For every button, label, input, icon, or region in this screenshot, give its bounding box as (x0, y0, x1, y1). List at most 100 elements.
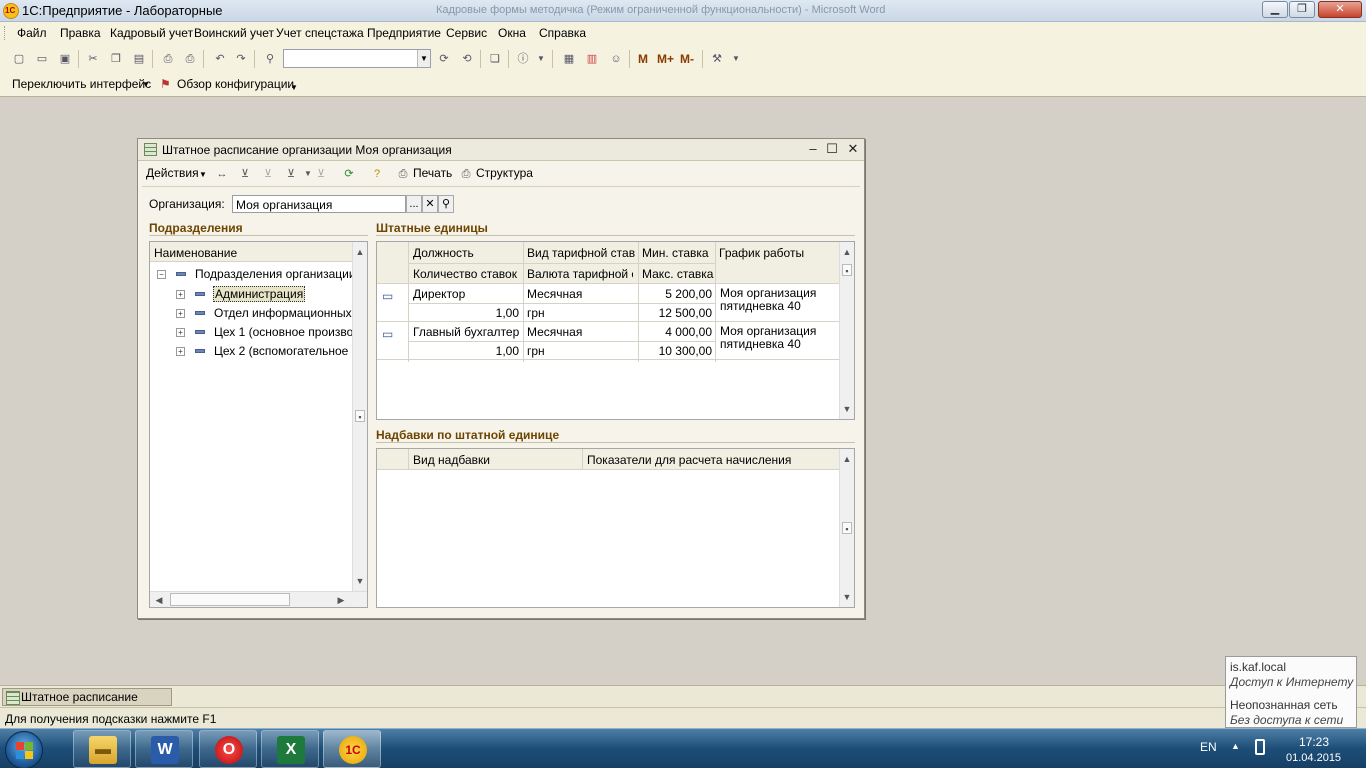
column-count-header[interactable]: Количество ставок (413, 267, 521, 281)
column-position-header[interactable]: Должность (413, 246, 521, 260)
window-close-button[interactable]: ✕ (845, 141, 861, 157)
filter-icon[interactable]: ⊻ (237, 166, 253, 182)
filter-disabled-icon[interactable]: ⊻ (260, 166, 276, 182)
undo-icon[interactable]: ↶ (212, 51, 228, 67)
tree-item[interactable]: Администрация (213, 286, 306, 302)
menu-special-service[interactable]: Учет спецстажа (276, 26, 364, 40)
column-max-rate-header[interactable]: Макс. ставка (642, 267, 716, 281)
refresh-icon[interactable]: ⟳ (341, 166, 357, 182)
expand-icon[interactable]: ↔ (214, 166, 230, 182)
scroll-thumb[interactable] (170, 593, 290, 606)
find-next-icon[interactable]: ⟳ (436, 51, 452, 67)
expand-icon[interactable]: + (176, 290, 185, 299)
copy-icon[interactable]: ❐ (108, 51, 124, 67)
scroll-up-icon[interactable]: ▲ (842, 453, 852, 465)
help-icon[interactable]: ? (369, 166, 385, 182)
print-button[interactable]: Печать (413, 166, 452, 180)
filter-clear-icon[interactable]: ⊻ (313, 166, 329, 182)
window-maximize-button[interactable]: ☐ (824, 141, 840, 157)
start-button[interactable] (5, 731, 43, 768)
clear-organization-button[interactable]: ✕ (422, 195, 438, 213)
chevron-down-icon[interactable]: ▼ (199, 170, 207, 179)
vertical-scrollbar[interactable]: ▲ ▪ ▼ (839, 449, 854, 607)
clock-time[interactable]: 17:23 (1299, 735, 1329, 749)
collapse-icon[interactable]: − (157, 270, 166, 279)
scroll-right-icon[interactable]: ▶ (336, 594, 346, 606)
column-min-rate-header[interactable]: Мин. ставка (642, 246, 716, 260)
print-icon[interactable]: ⎙ (160, 51, 176, 67)
expand-icon[interactable]: + (176, 347, 185, 356)
paste-icon[interactable]: ▤ (131, 51, 147, 67)
column-rate-type-header[interactable]: Вид тарифной ставки (527, 246, 635, 260)
column-allowance-type-header[interactable]: Вид надбавки (413, 453, 490, 467)
menu-windows[interactable]: Окна (498, 26, 526, 40)
structure-button[interactable]: Структура (476, 166, 533, 180)
network-icon[interactable] (1255, 739, 1265, 755)
print-icon[interactable]: ⎙ (395, 166, 411, 182)
menu-service[interactable]: Сервис (446, 26, 487, 40)
menu-hr[interactable]: Кадровый учет (110, 26, 193, 40)
scroll-thumb[interactable]: ▪ (842, 522, 852, 534)
scroll-up-icon[interactable]: ▲ (842, 246, 852, 258)
print-preview-icon[interactable]: ⎙ (182, 51, 198, 67)
restore-button[interactable]: ❐ (1289, 1, 1315, 18)
scroll-down-icon[interactable]: ▼ (355, 575, 365, 587)
scroll-up-icon[interactable]: ▲ (355, 246, 365, 258)
menu-help[interactable]: Справка (539, 26, 586, 40)
taskbar-opera-button[interactable]: O (199, 730, 257, 768)
info-icon[interactable]: ⓘ (515, 51, 531, 67)
expand-icon[interactable]: + (176, 309, 185, 318)
chevron-down-icon[interactable]: ▼ (290, 83, 298, 92)
find-prev-icon[interactable]: ⟲ (459, 51, 475, 67)
tools-icon[interactable]: ⚒ (709, 51, 725, 67)
column-name-header[interactable]: Наименование (154, 246, 237, 260)
menu-enterprise[interactable]: Предприятие (367, 26, 441, 40)
window-tab[interactable]: Штатное расписание организ... (2, 688, 172, 720)
calendar-icon[interactable]: ▥ (584, 51, 600, 67)
clock-date[interactable]: 01.04.2015 (1286, 752, 1341, 764)
tray-expand-icon[interactable]: ▲ (1231, 741, 1240, 751)
search-icon[interactable]: ⚲ (262, 51, 278, 67)
column-currency-header[interactable]: Валюта тарифной ставки (527, 267, 633, 281)
chevron-down-icon[interactable]: ▼ (728, 51, 744, 67)
chevron-down-icon[interactable]: ▼ (142, 80, 150, 89)
organization-field[interactable]: Моя организация (232, 195, 406, 213)
open-organization-icon[interactable]: ⚲ (438, 195, 454, 213)
expand-icon[interactable]: + (176, 328, 185, 337)
memory-add-button[interactable]: M+ (657, 52, 674, 66)
select-organization-button[interactable]: ... (406, 195, 422, 213)
config-overview-button[interactable]: Обзор конфигурации (177, 77, 294, 91)
scroll-thumb[interactable]: ▪ (355, 410, 365, 422)
chevron-down-icon[interactable]: ▼ (417, 50, 430, 67)
calculator-icon[interactable]: ▦ (561, 51, 577, 67)
menu-edit[interactable]: Правка (60, 26, 101, 40)
scroll-down-icon[interactable]: ▼ (842, 591, 852, 603)
minimize-button[interactable]: ▁ (1262, 1, 1288, 18)
vertical-scrollbar[interactable]: ▲ ▪ ▼ (839, 242, 854, 419)
language-indicator[interactable]: EN (1200, 740, 1217, 754)
windows-icon[interactable]: ❏ (487, 51, 503, 67)
window-minimize-button[interactable]: ‒ (805, 141, 821, 157)
tree-item[interactable]: Отдел информационных технологий (214, 306, 352, 320)
taskbar-explorer-button[interactable]: ▬ (73, 730, 131, 768)
chevron-down-icon[interactable]: ▼ (533, 51, 549, 67)
menu-military[interactable]: Воинский учет (194, 26, 274, 40)
horizontal-scrollbar[interactable]: ◀ ▶ (150, 591, 367, 607)
vertical-scrollbar[interactable]: ▲ ▪ ▼ (352, 242, 367, 591)
scroll-down-icon[interactable]: ▼ (842, 403, 852, 415)
scroll-left-icon[interactable]: ◀ (154, 594, 164, 606)
filter-list-icon[interactable]: ⊻ (283, 166, 299, 182)
switch-interface-button[interactable]: Переключить интерфейс (12, 77, 151, 91)
structure-print-icon[interactable]: ⎙ (458, 166, 474, 182)
column-calculation-indicators-header[interactable]: Показатели для расчета начисления (587, 453, 791, 467)
taskbar-word-button[interactable]: W (135, 730, 193, 768)
memory-button[interactable]: M (638, 52, 648, 66)
tree-item[interactable]: Цех 1 (основное производство) (214, 325, 352, 339)
users-icon[interactable]: ☺ (608, 51, 624, 67)
save-icon[interactable]: ▣ (57, 51, 73, 67)
tree-root[interactable]: Подразделения организации (195, 267, 356, 281)
redo-icon[interactable]: ↷ (233, 51, 249, 67)
scroll-thumb[interactable]: ▪ (842, 264, 852, 276)
new-document-icon[interactable]: ▢ (11, 51, 27, 67)
memory-subtract-button[interactable]: M- (680, 52, 694, 66)
